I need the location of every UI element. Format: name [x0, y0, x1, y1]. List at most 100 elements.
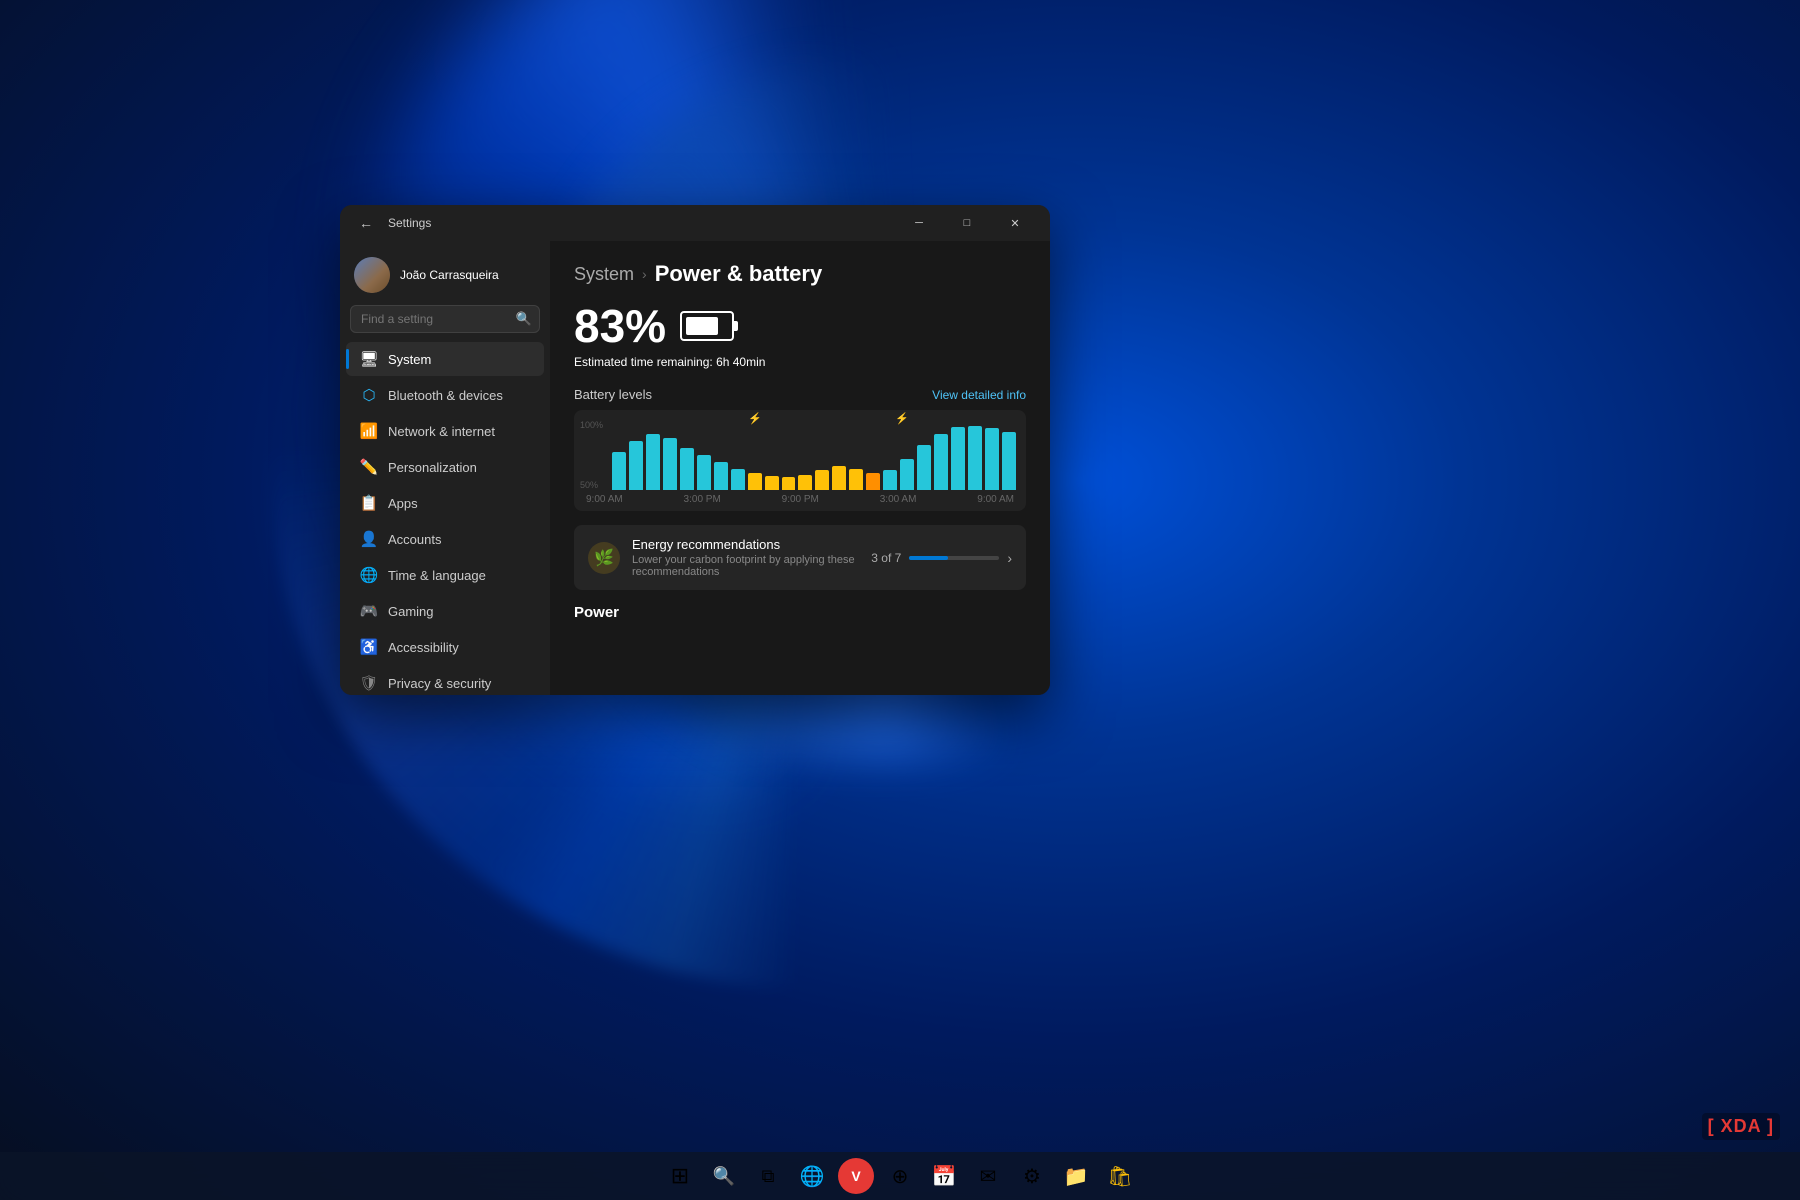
battery-percentage: 83% [574, 303, 666, 349]
privacy-icon: 🛡 [360, 674, 378, 692]
taskbar-files[interactable]: 📁 [1058, 1158, 1094, 1194]
sidebar-item-personalization[interactable]: ✏️ Personalization [346, 450, 544, 484]
taskbar-store[interactable]: 🛍 [1102, 1158, 1138, 1194]
chart-bar [917, 445, 931, 491]
sidebar-item-accessibility[interactable]: ♿ Accessibility [346, 630, 544, 664]
energy-rec-count: 3 of 7 [871, 551, 901, 565]
system-icon: 🖥 [360, 350, 378, 368]
chart-label-4: 3:00 AM [880, 494, 917, 505]
sidebar-item-label: Accounts [388, 532, 441, 547]
sidebar-item-label: System [388, 352, 431, 367]
sidebar: João Carrasqueira 🔍 🖥 System ⬡ Bluetooth… [340, 241, 550, 695]
taskbar-mail[interactable]: ✉ [970, 1158, 1006, 1194]
battery-levels-title: Battery levels [574, 387, 652, 402]
energy-rec-title: Energy recommendations [632, 537, 859, 552]
search-icon: 🔍 [516, 311, 532, 327]
sidebar-item-label: Privacy & security [388, 676, 491, 691]
personalization-icon: ✏️ [360, 458, 378, 476]
chart-bar [765, 476, 779, 490]
taskbar-start[interactable]: ⊞ [662, 1158, 698, 1194]
chart-bar [832, 466, 846, 491]
chart-bar [731, 469, 745, 490]
energy-recommendations-card[interactable]: 🌿 Energy recommendations Lower your carb… [574, 525, 1026, 590]
taskbar-calendar[interactable]: 📅 [926, 1158, 962, 1194]
xda-logo: [ XDA ] [1702, 1113, 1780, 1140]
chart-bar [629, 441, 643, 490]
chart-bar [849, 469, 863, 490]
window-body: João Carrasqueira 🔍 🖥 System ⬡ Bluetooth… [340, 241, 1050, 695]
chart-y-100: 100% [580, 420, 603, 430]
xda-bracket-left: [ [1708, 1116, 1715, 1136]
sidebar-item-label: Accessibility [388, 640, 459, 655]
energy-rec-icon: 🌿 [588, 542, 620, 574]
maximize-button[interactable]: □ [944, 207, 990, 239]
accounts-icon: 👤 [360, 530, 378, 548]
accessibility-icon: ♿ [360, 638, 378, 656]
chart-bar [748, 473, 762, 491]
title-bar: ← Settings ─ □ ✕ [340, 205, 1050, 241]
chart-bar [646, 434, 660, 490]
user-profile[interactable]: João Carrasqueira [340, 249, 550, 305]
estimated-label: Estimated time remaining: [574, 355, 716, 369]
sidebar-item-privacy[interactable]: 🛡 Privacy & security [346, 666, 544, 695]
window-controls: ─ □ ✕ [896, 207, 1038, 239]
chart-bar [680, 448, 694, 490]
taskbar-apps[interactable]: ⊕ [882, 1158, 918, 1194]
settings-window: ← Settings ─ □ ✕ João Carrasqueira 🔍 [340, 205, 1050, 695]
chart-label-5: 9:00 AM [977, 494, 1014, 505]
chart-bar [612, 452, 626, 491]
minimize-button[interactable]: ─ [896, 207, 942, 239]
sidebar-item-system[interactable]: 🖥 System [346, 342, 544, 376]
chart-bar [815, 470, 829, 490]
sidebar-item-network[interactable]: 📶 Network & internet [346, 414, 544, 448]
sidebar-item-label: Time & language [388, 568, 486, 583]
sidebar-item-label: Bluetooth & devices [388, 388, 503, 403]
chart-label-2: 3:00 PM [684, 494, 721, 505]
chart-bar [985, 428, 999, 490]
energy-progress-bar [909, 556, 999, 560]
battery-fill [686, 317, 718, 335]
taskbar-task-view[interactable]: ⧉ [750, 1158, 786, 1194]
taskbar-settings-icon[interactable]: ⚙ [1014, 1158, 1050, 1194]
chart-bar [714, 462, 728, 490]
sidebar-item-label: Personalization [388, 460, 477, 475]
battery-chart: 100% 50% ⚡ ⚡ 9:00 AM 3:00 PM 9:00 PM 3:0… [574, 410, 1026, 511]
chart-bar [697, 455, 711, 490]
taskbar-search[interactable]: 🔍 [706, 1158, 742, 1194]
energy-rec-text: Energy recommendations Lower your carbon… [632, 537, 859, 578]
chart-bar [883, 470, 897, 490]
charge-plug-indicator: ⚡ [748, 412, 762, 425]
chart-labels: 9:00 AM 3:00 PM 9:00 PM 3:00 AM 9:00 AM [584, 494, 1016, 505]
sidebar-item-time[interactable]: 🌐 Time & language [346, 558, 544, 592]
taskbar-vivaldi[interactable]: V [838, 1158, 874, 1194]
chart-y-50: 50% [580, 480, 603, 490]
view-detailed-link[interactable]: View detailed info [932, 388, 1026, 402]
energy-progress-fill [909, 556, 948, 560]
chart-bar [900, 459, 914, 491]
chart-label-1: 9:00 AM [586, 494, 623, 505]
search-box: 🔍 [350, 305, 540, 333]
sidebar-item-label: Apps [388, 496, 418, 511]
gaming-icon: 🎮 [360, 602, 378, 620]
taskbar-edge[interactable]: 🌐 [794, 1158, 830, 1194]
power-section-title: Power [574, 604, 1026, 621]
chart-bar [663, 438, 677, 491]
breadcrumb-parent[interactable]: System [574, 264, 634, 285]
sidebar-item-bluetooth[interactable]: ⬡ Bluetooth & devices [346, 378, 544, 412]
sidebar-item-gaming[interactable]: 🎮 Gaming [346, 594, 544, 628]
estimated-value: 6h 40min [716, 355, 765, 369]
chart-bar [934, 434, 948, 490]
chart-bar [951, 427, 965, 490]
battery-percent-row: 83% [574, 303, 1026, 349]
sidebar-item-accounts[interactable]: 👤 Accounts [346, 522, 544, 556]
chart-y-labels: 100% 50% [580, 420, 603, 490]
battery-icon [680, 311, 734, 341]
bars-area [584, 420, 1016, 490]
sidebar-item-label: Network & internet [388, 424, 495, 439]
chart-label-3: 9:00 PM [782, 494, 819, 505]
search-input[interactable] [350, 305, 540, 333]
network-icon: 📶 [360, 422, 378, 440]
back-button[interactable]: ← [352, 209, 380, 237]
close-button[interactable]: ✕ [992, 207, 1038, 239]
sidebar-item-apps[interactable]: 📋 Apps [346, 486, 544, 520]
